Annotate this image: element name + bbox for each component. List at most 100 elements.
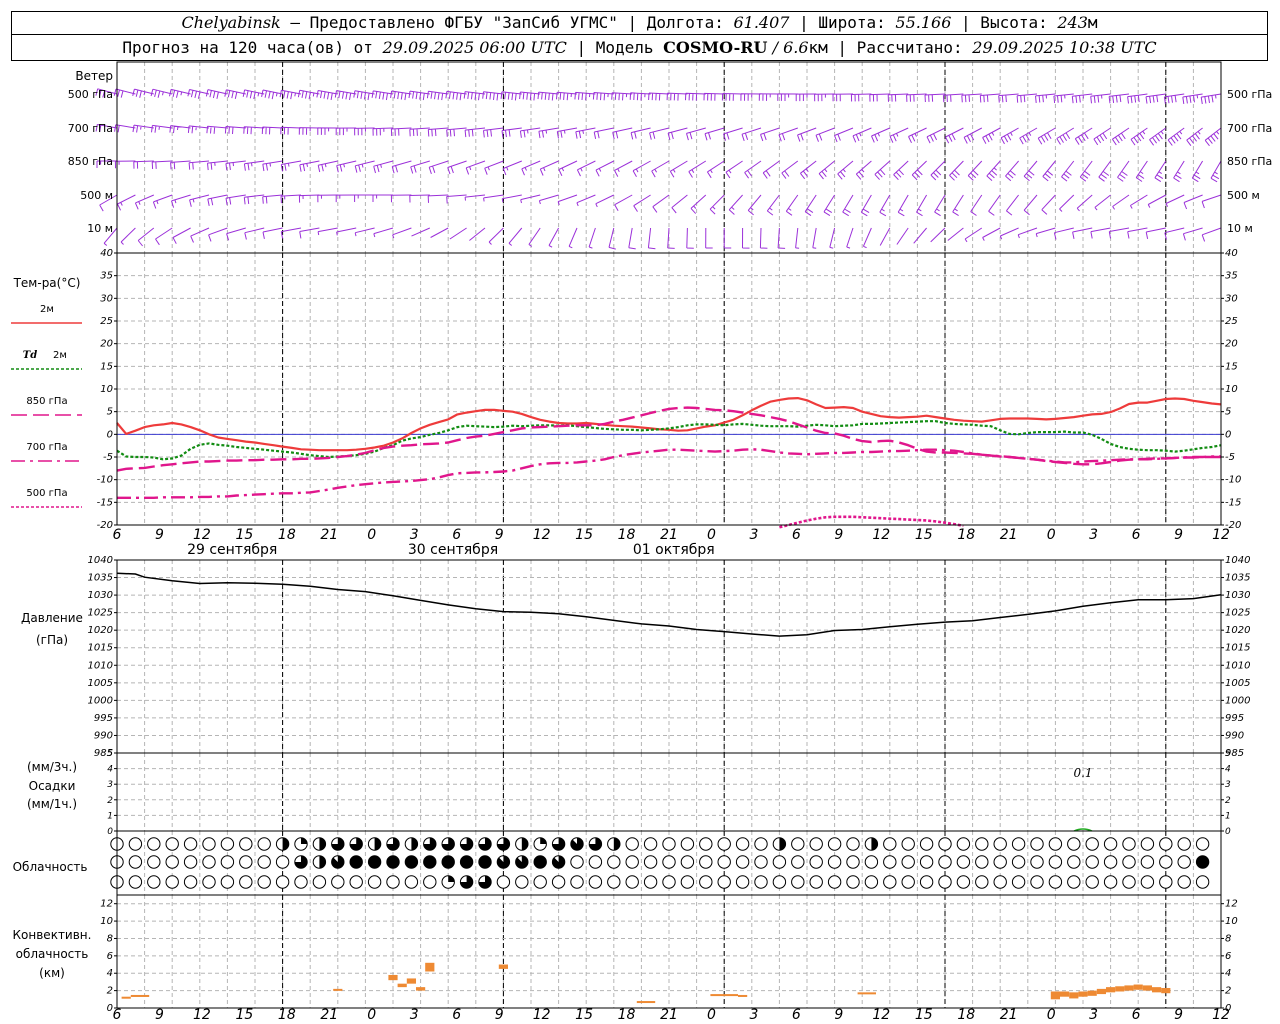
wind-barb bbox=[556, 91, 578, 101]
cloud-cell bbox=[1030, 875, 1044, 889]
cloud-cell bbox=[1011, 855, 1026, 869]
ytick-right: 10 bbox=[1225, 916, 1238, 927]
cloud-circle bbox=[1140, 875, 1155, 889]
wind-barb bbox=[242, 89, 265, 100]
xtick-label: 21 bbox=[1000, 1007, 1018, 1023]
cloud-cell bbox=[294, 855, 308, 869]
temp-label: Тем-ра(°C) bbox=[13, 276, 81, 290]
cloud-circle bbox=[1103, 837, 1118, 851]
wind-barb bbox=[924, 93, 946, 103]
cloud-cell bbox=[331, 875, 345, 889]
wind-barb bbox=[187, 89, 210, 99]
conv-segment bbox=[397, 983, 407, 988]
cloud-circle bbox=[883, 837, 897, 851]
wind-barb bbox=[262, 227, 283, 239]
wind-barb bbox=[488, 227, 504, 245]
cloud-cell bbox=[459, 837, 474, 851]
legend-label: 500 гПа bbox=[26, 488, 67, 499]
cloud-cell bbox=[147, 875, 161, 889]
cloud-circle bbox=[956, 855, 971, 869]
wind-barb bbox=[762, 160, 780, 179]
conv-label-3: (км) bbox=[39, 966, 65, 980]
wind-barb bbox=[335, 127, 357, 136]
conv-segment bbox=[1050, 991, 1060, 1000]
wind-barb bbox=[484, 160, 504, 175]
wind-barb bbox=[1210, 160, 1222, 183]
wind-barb bbox=[483, 194, 504, 202]
wind-barb bbox=[593, 127, 614, 139]
wind-barb bbox=[114, 124, 136, 133]
wind-barb bbox=[871, 127, 891, 143]
cloud-cell bbox=[459, 855, 474, 869]
wind-barb bbox=[152, 194, 173, 209]
wind-barb bbox=[1186, 127, 1203, 146]
wind-barb bbox=[1005, 160, 1019, 182]
ytick-right: 2 bbox=[1225, 986, 1231, 997]
cloud-circle bbox=[901, 855, 915, 869]
cloud-cell bbox=[459, 875, 474, 889]
wind-barb bbox=[568, 227, 578, 249]
cloud-circle bbox=[699, 875, 713, 889]
cloud-circle bbox=[1030, 875, 1044, 889]
cloud-circle bbox=[846, 875, 860, 889]
cloud-cell bbox=[846, 875, 860, 889]
wind-level-right: 10 м bbox=[1227, 222, 1253, 235]
cloud-circle bbox=[791, 875, 805, 889]
cloud-cell bbox=[367, 855, 382, 869]
xtick-label: 9 bbox=[834, 1007, 843, 1023]
wind-barb bbox=[592, 92, 614, 101]
cloud-cell bbox=[662, 855, 676, 869]
ytick-right: 1000 bbox=[1225, 695, 1250, 706]
cloud-circle bbox=[919, 855, 934, 869]
pressure-unit: (гПа) bbox=[36, 633, 68, 647]
xtick-label: 3 bbox=[1089, 1007, 1098, 1023]
wind-barb bbox=[740, 93, 762, 101]
xtick-label: 15 bbox=[235, 527, 253, 543]
wind-barb bbox=[781, 160, 799, 179]
cloud-circle bbox=[165, 837, 179, 851]
pressure-label: Давление bbox=[21, 611, 83, 625]
wind-level-right: 500 гПа bbox=[1227, 88, 1272, 101]
cloud-circle bbox=[496, 875, 511, 889]
xtick-label: 12 bbox=[533, 1007, 551, 1023]
cloud-circle bbox=[791, 855, 805, 869]
wind-barb bbox=[171, 194, 191, 208]
cloud-cell bbox=[809, 875, 823, 889]
wind-barb bbox=[297, 89, 320, 100]
wind-barb bbox=[998, 93, 1019, 103]
wind-barb bbox=[649, 127, 670, 140]
conv-segment bbox=[1115, 986, 1125, 992]
wind-barb bbox=[979, 93, 1001, 103]
wind-barb bbox=[206, 125, 228, 134]
wind-barb bbox=[335, 194, 357, 203]
cloud-circle bbox=[846, 855, 860, 869]
wind-barb bbox=[428, 160, 449, 175]
cloud-cell bbox=[662, 837, 676, 851]
cloud-circle bbox=[864, 875, 879, 889]
cloud-fill bbox=[521, 837, 528, 851]
cloud-circle bbox=[1140, 837, 1155, 851]
cloud-circle bbox=[257, 837, 271, 851]
cloud-circle bbox=[643, 837, 658, 851]
cloudiness-label: Облачность bbox=[13, 860, 88, 874]
cloud-circle bbox=[791, 837, 805, 851]
wind-barb bbox=[207, 194, 228, 206]
xtick-label: 15 bbox=[915, 1007, 933, 1023]
cloud-cell bbox=[1103, 837, 1118, 851]
cloud-circle bbox=[956, 875, 971, 889]
wind-barb bbox=[464, 194, 486, 201]
cloud-circle bbox=[588, 855, 603, 869]
cloud-cell bbox=[625, 855, 639, 869]
xtick-label: 6 bbox=[452, 527, 461, 543]
ytick-left: 1020 bbox=[88, 625, 113, 636]
ytick-right: 40 bbox=[1225, 248, 1238, 259]
wind-barb bbox=[409, 194, 430, 203]
wind-barb bbox=[1098, 160, 1112, 182]
wind-barb bbox=[132, 88, 154, 98]
cloud-circle bbox=[1085, 837, 1099, 851]
conv-segment bbox=[1096, 988, 1106, 995]
wind-barb bbox=[988, 194, 1001, 216]
cloud-cell bbox=[404, 855, 419, 869]
cloud-circle bbox=[202, 837, 216, 851]
wind-barb bbox=[427, 194, 449, 203]
